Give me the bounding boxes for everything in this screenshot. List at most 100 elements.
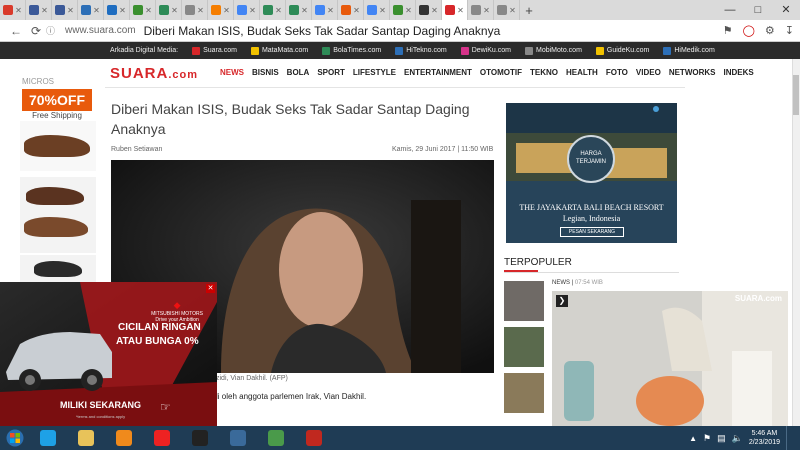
- close-tab-icon[interactable]: ✕: [275, 6, 282, 15]
- tray-expand-icon[interactable]: ▲: [689, 434, 697, 443]
- next-arrow-icon[interactable]: ❯: [556, 295, 568, 307]
- browser-tab[interactable]: ✕: [338, 0, 364, 20]
- nav-item[interactable]: TEKNO: [530, 68, 558, 77]
- browser-tab[interactable]: ✕: [390, 0, 416, 20]
- browser-tab[interactable]: ✕: [130, 0, 156, 20]
- network-site-link[interactable]: MobiMoto.com: [525, 46, 582, 55]
- browser-tab[interactable]: ✕: [260, 0, 286, 20]
- filezilla-taskbar-button[interactable]: [296, 427, 332, 449]
- network-site-link[interactable]: HiMedik.com: [663, 46, 715, 55]
- nav-item[interactable]: LIFESTYLE: [353, 68, 396, 77]
- close-tab-icon[interactable]: ✕: [457, 6, 464, 15]
- bookmark-icon[interactable]: ⚑: [723, 24, 733, 37]
- close-tab-icon[interactable]: ✕: [431, 6, 438, 15]
- yandex-taskbar-button[interactable]: [144, 427, 180, 449]
- browser-tab[interactable]: ✕: [494, 0, 520, 20]
- browser-tab[interactable]: ✕: [52, 0, 78, 20]
- close-tab-icon[interactable]: ✕: [483, 6, 490, 15]
- nav-item[interactable]: BOLA: [287, 68, 310, 77]
- close-window-button[interactable]: ✕: [772, 0, 800, 20]
- network-site-link[interactable]: Suara.com: [192, 46, 237, 55]
- site-logo[interactable]: SUARA.com: [110, 65, 198, 82]
- minimize-button[interactable]: —: [716, 0, 744, 20]
- nav-item[interactable]: VIDEO: [636, 68, 661, 77]
- browser-tab[interactable]: ✕: [156, 0, 182, 20]
- close-tab-icon[interactable]: ✕: [41, 6, 48, 15]
- browser-tab[interactable]: ✕: [0, 0, 26, 20]
- extension-icon[interactable]: ⚙: [765, 24, 775, 37]
- download-icon[interactable]: ↧: [785, 24, 794, 37]
- network-icon[interactable]: ▤: [717, 433, 726, 444]
- back-button[interactable]: ←: [6, 24, 26, 38]
- close-tab-icon[interactable]: ✕: [197, 6, 204, 15]
- nav-item[interactable]: BISNIS: [252, 68, 279, 77]
- flag-icon[interactable]: ⚑: [703, 433, 711, 444]
- explorer-taskbar-button[interactable]: [68, 427, 104, 449]
- ie-taskbar-button[interactable]: [30, 427, 66, 449]
- new-tab-button[interactable]: +: [520, 3, 538, 18]
- network-site-link[interactable]: BolaTimes.com: [322, 46, 381, 55]
- close-tab-icon[interactable]: ✕: [379, 6, 386, 15]
- close-tab-icon[interactable]: ✕: [15, 6, 22, 15]
- monitor-taskbar-button[interactable]: [258, 427, 294, 449]
- network-site-link[interactable]: HiTekno.com: [395, 46, 447, 55]
- close-tab-icon[interactable]: ✕: [171, 6, 178, 15]
- video-player[interactable]: ❯ SUARA.com: [552, 291, 788, 426]
- close-tab-icon[interactable]: ✕: [145, 6, 152, 15]
- close-tab-icon[interactable]: ✕: [223, 6, 230, 15]
- nav-item[interactable]: OTOMOTIF: [480, 68, 522, 77]
- browser-tab[interactable]: ✕: [78, 0, 104, 20]
- close-ad-icon[interactable]: ✕: [206, 284, 215, 293]
- close-tab-icon[interactable]: ✕: [119, 6, 126, 15]
- network-site-link[interactable]: DewiKu.com: [460, 46, 511, 55]
- nav-item[interactable]: FOTO: [606, 68, 628, 77]
- scrollbar-thumb[interactable]: [793, 75, 799, 115]
- browser-tab[interactable]: ✕: [234, 0, 260, 20]
- close-tab-icon[interactable]: ✕: [405, 6, 412, 15]
- browser-tab[interactable]: ✕: [26, 0, 52, 20]
- close-tab-icon[interactable]: ✕: [353, 6, 360, 15]
- browser-tab[interactable]: ✕: [286, 0, 312, 20]
- article-author[interactable]: Ruben Setiawan: [111, 146, 162, 153]
- media-player-taskbar-button[interactable]: [106, 427, 142, 449]
- car-popup-ad[interactable]: ✕ ◆ MITSUBISHI MOTORS Drive your Ambition …: [0, 282, 217, 426]
- start-button[interactable]: [0, 426, 30, 450]
- buy-now-button[interactable]: MILIKI SEKARANG: [60, 400, 141, 410]
- close-tab-icon[interactable]: ✕: [509, 6, 516, 15]
- opera-icon[interactable]: ◯: [743, 24, 755, 37]
- browser-tab[interactable]: ✕: [312, 0, 338, 20]
- book-now-button[interactable]: PESAN SEKARANG: [560, 227, 624, 237]
- earth-taskbar-button[interactable]: [220, 427, 256, 449]
- close-tab-icon[interactable]: ✕: [67, 6, 74, 15]
- reload-button[interactable]: ⟳: [26, 24, 46, 38]
- info-icon[interactable]: ⓘ: [46, 24, 55, 37]
- browser-tab[interactable]: ✕: [416, 0, 442, 20]
- show-desktop-button[interactable]: [786, 426, 794, 450]
- nav-item[interactable]: NEWS: [220, 68, 244, 77]
- network-site-link[interactable]: MataMata.com: [250, 46, 308, 55]
- news-label[interactable]: NEWS: [552, 280, 570, 286]
- blackberry-taskbar-button[interactable]: [182, 427, 218, 449]
- volume-icon[interactable]: 🔈: [732, 433, 743, 444]
- popular-thumb-3[interactable]: [504, 373, 544, 413]
- nav-item[interactable]: NETWORKS: [669, 68, 716, 77]
- browser-tab[interactable]: ✕: [364, 0, 390, 20]
- browser-tab[interactable]: ✕: [468, 0, 494, 20]
- nav-item[interactable]: ENTERTAINMENT: [404, 68, 472, 77]
- maximize-button[interactable]: □: [744, 0, 772, 20]
- browser-tab[interactable]: ✕: [442, 0, 468, 20]
- nav-item[interactable]: INDEKS: [723, 68, 753, 77]
- popular-thumb-1[interactable]: [504, 281, 544, 321]
- browser-tab[interactable]: ✕: [208, 0, 234, 20]
- page-title-in-address[interactable]: Diberi Makan ISIS, Budak Seks Tak Sadar …: [144, 24, 501, 38]
- nav-item[interactable]: SPORT: [317, 68, 345, 77]
- close-tab-icon[interactable]: ✕: [327, 6, 334, 15]
- browser-tab[interactable]: ✕: [182, 0, 208, 20]
- clock[interactable]: 5:46 AM 2/23/2019: [749, 429, 780, 447]
- popular-thumb-2[interactable]: [504, 327, 544, 367]
- url-domain[interactable]: www.suara.com: [65, 25, 136, 36]
- close-tab-icon[interactable]: ✕: [301, 6, 308, 15]
- close-tab-icon[interactable]: ✕: [249, 6, 256, 15]
- browser-tab[interactable]: ✕: [104, 0, 130, 20]
- network-site-link[interactable]: GuideKu.com: [595, 46, 649, 55]
